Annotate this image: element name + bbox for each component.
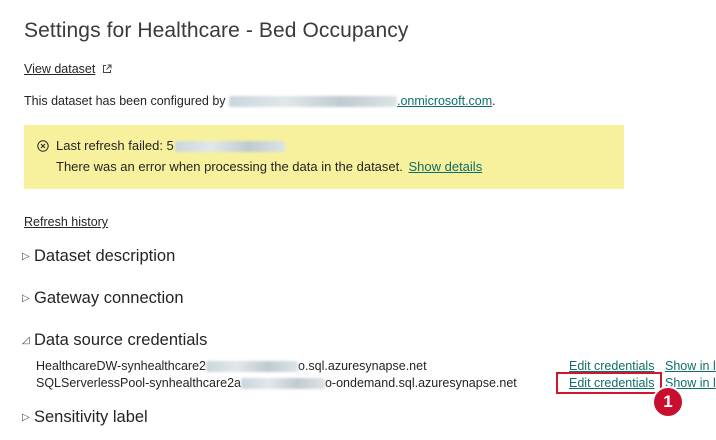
expand-triangle-icon: ▷ bbox=[22, 293, 30, 304]
refresh-history-link[interactable]: Refresh history bbox=[24, 215, 108, 229]
error-message-text: There was an error when processing the d… bbox=[56, 159, 407, 174]
redacted-email-user bbox=[229, 96, 397, 108]
configured-email-link[interactable]: .onmicrosoft.com bbox=[229, 94, 492, 108]
credential-name-prefix: HealthcareDW-synhealthcare2 bbox=[36, 359, 206, 373]
expand-triangle-icon: ▷ bbox=[22, 251, 30, 262]
section-label: Data source credentials bbox=[34, 331, 208, 349]
refresh-error-banner: Last refresh failed: 5 There was an erro… bbox=[24, 125, 624, 189]
credential-row-healthcaredw: HealthcareDW-synhealthcare2 o.sql.azuresy… bbox=[36, 359, 427, 373]
last-refresh-failed-text: Last refresh failed: 5 bbox=[56, 138, 285, 153]
credential-row-sqlserverlesspool: SQLServerlessPool-synhealthcare2a o-ondem… bbox=[36, 376, 517, 390]
show-details-link[interactable]: Show details bbox=[408, 159, 482, 174]
section-label: Dataset description bbox=[34, 247, 176, 265]
redacted-server-name bbox=[206, 361, 298, 373]
page-title: Settings for Healthcare - Bed Occupancy bbox=[24, 19, 409, 42]
last-refresh-failed-label: Last refresh failed: 5 bbox=[56, 138, 174, 153]
redacted-server-name bbox=[240, 378, 325, 390]
expand-triangle-icon: ▷ bbox=[22, 412, 30, 423]
collapse-triangle-icon: ◿ bbox=[22, 335, 30, 346]
section-data-source-credentials[interactable]: ◿ Data source credentials bbox=[22, 331, 207, 350]
section-sensitivity-label[interactable]: ▷ Sensitivity label bbox=[22, 408, 148, 427]
view-dataset-label[interactable]: View dataset bbox=[24, 62, 95, 76]
section-dataset-description[interactable]: ▷ Dataset description bbox=[22, 247, 175, 266]
view-dataset-link[interactable]: View dataset bbox=[24, 62, 112, 76]
edit-credentials-link-1[interactable]: Edit credentials bbox=[569, 359, 654, 373]
error-message: There was an error when processing the d… bbox=[56, 159, 482, 174]
section-gateway-connection[interactable]: ▷ Gateway connection bbox=[22, 289, 184, 308]
section-label: Sensitivity label bbox=[34, 408, 148, 426]
external-link-icon bbox=[102, 64, 112, 74]
configured-email-suffix: .onmicrosoft.com bbox=[397, 94, 493, 108]
credential-name-suffix: o.sql.azuresynapse.net bbox=[298, 359, 427, 373]
section-label: Gateway connection bbox=[34, 289, 184, 307]
credential-name-prefix: SQLServerlessPool-synhealthcare2a bbox=[36, 376, 241, 390]
highlight-box bbox=[556, 372, 662, 394]
step-number-badge: 1 bbox=[652, 386, 684, 418]
error-circle-icon bbox=[37, 139, 49, 157]
redacted-refresh-time bbox=[174, 141, 285, 153]
show-in-lineage-link-1[interactable]: Show in l bbox=[665, 359, 716, 373]
configured-period: . bbox=[492, 94, 496, 108]
configured-prefix: This dataset has been configured by bbox=[24, 94, 229, 108]
configured-by-text: This dataset has been configured by .onm… bbox=[24, 94, 496, 108]
credential-name-suffix: o-ondemand.sql.azuresynapse.net bbox=[324, 376, 517, 390]
settings-page: Settings for Healthcare - Bed Occupancy … bbox=[0, 0, 716, 440]
